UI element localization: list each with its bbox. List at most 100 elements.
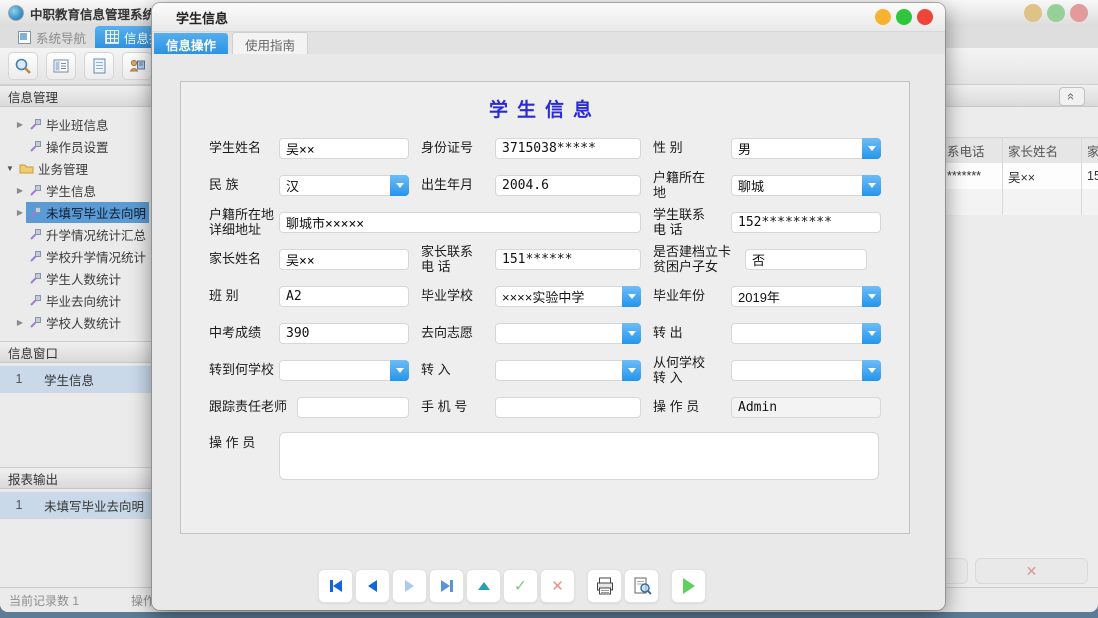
dialog-title: 学生信息 — [176, 8, 228, 27]
graduation-year-select[interactable]: 2019年 — [731, 286, 881, 307]
expand-arrow-icon[interactable]: ▶ — [14, 208, 26, 217]
transfer-out-select[interactable] — [731, 323, 881, 344]
operator-label: 操 作 员 — [653, 400, 731, 415]
dialog-titlebar[interactable]: 学生信息 — [152, 3, 945, 32]
chevron-down-icon[interactable] — [862, 323, 881, 344]
maximize-button[interactable] — [896, 9, 912, 25]
tab-user-guide[interactable]: 使用指南 — [232, 32, 308, 55]
column-header-phone[interactable]: 系电话 — [947, 137, 985, 163]
check-icon: ✓ — [514, 576, 527, 596]
report-list: 1 未填写毕业去向明 — [0, 489, 152, 521]
tree-item-business-manage[interactable]: ▼ 业务管理 — [0, 157, 152, 179]
close-button[interactable] — [1070, 4, 1088, 22]
exam-score-field[interactable] — [279, 323, 409, 344]
transfer-to-school-label: 转到何学校 — [209, 363, 279, 378]
user-report-button[interactable] — [122, 52, 152, 80]
tree-item-school-enrollment-stats[interactable]: 学校升学情况统计 — [0, 245, 152, 267]
tree-item-graduating-class[interactable]: ▶ 毕业班信息 — [0, 113, 152, 135]
confirm-button[interactable]: ✓ — [503, 569, 538, 603]
ethnicity-select[interactable]: 汉 — [279, 175, 409, 196]
chevron-down-icon[interactable] — [390, 360, 409, 381]
address-field[interactable] — [279, 212, 641, 233]
birth-date-field[interactable] — [495, 175, 641, 196]
chevron-down-icon[interactable] — [622, 286, 641, 307]
document-button[interactable] — [84, 52, 114, 80]
tree-item-student-info[interactable]: ▶ 学生信息 — [0, 179, 152, 201]
collapse-arrow-icon[interactable]: ▼ — [4, 164, 16, 173]
dialog-tabbar: 信息操作 使用指南 — [152, 32, 945, 55]
transfer-in-select[interactable] — [495, 360, 641, 381]
expand-arrow-icon[interactable]: ▶ — [14, 318, 26, 327]
list-item-student-info[interactable]: 1 学生信息 — [0, 365, 152, 393]
tree-item-destination-stats[interactable]: 毕业去向统计 — [0, 289, 152, 311]
chevron-down-icon[interactable] — [862, 138, 881, 159]
expand-arrow-icon[interactable]: ▶ — [14, 186, 26, 195]
maximize-button[interactable] — [1047, 4, 1065, 22]
id-number-field[interactable] — [495, 138, 641, 159]
gender-label: 性 别 — [653, 141, 731, 156]
student-name-field[interactable] — [279, 138, 409, 159]
section-report-output[interactable]: 报表输出 — [0, 467, 152, 489]
parent-phone-label: 家长联系 电 话 — [421, 245, 495, 275]
operator-note-textarea[interactable] — [279, 432, 879, 480]
graduation-school-select[interactable]: ××××实验中学 — [495, 286, 641, 307]
next-record-button[interactable] — [392, 569, 427, 603]
first-record-button[interactable] — [318, 569, 353, 603]
chevron-down-icon[interactable] — [862, 286, 881, 307]
tool-icon — [29, 250, 42, 263]
chevron-down-icon[interactable] — [622, 323, 641, 344]
parent-name-field[interactable] — [279, 249, 409, 270]
tracking-teacher-field[interactable] — [297, 397, 409, 418]
tab-info-operation[interactable]: 信息操作 — [154, 33, 228, 55]
transfer-from-school-select[interactable] — [731, 360, 881, 381]
tree-item-unfilled-destination[interactable]: ▶ 未填写毕业去向明 — [0, 201, 152, 223]
section-info-window[interactable]: 信息窗口 — [0, 341, 152, 363]
section-info-manage[interactable]: 信息管理 — [0, 85, 152, 107]
transfer-to-school-select[interactable] — [279, 360, 409, 381]
cancel-button[interactable]: ✕ — [540, 569, 575, 603]
destination-label: 去向志愿 — [421, 326, 495, 341]
run-button[interactable] — [671, 569, 706, 603]
last-record-button[interactable] — [429, 569, 464, 603]
gender-select[interactable]: 男 — [731, 138, 881, 159]
mobile-field[interactable] — [495, 397, 641, 418]
play-icon — [683, 578, 695, 594]
print-button[interactable] — [587, 569, 622, 603]
tree-item-student-count-stats[interactable]: 学生人数统计 — [0, 267, 152, 289]
main-window-title: 中职教育信息管理系统(主 — [30, 4, 172, 23]
background-close-button[interactable]: ✕ — [975, 558, 1088, 584]
chevron-down-icon[interactable] — [862, 175, 881, 196]
search-button[interactable] — [8, 52, 38, 80]
expand-arrow-icon[interactable]: ▶ — [14, 120, 26, 129]
class-field[interactable] — [279, 286, 409, 307]
chevron-down-icon[interactable] — [390, 175, 409, 196]
residence-select[interactable]: 聊城 — [731, 175, 881, 196]
id-number-label: 身份证号 — [421, 141, 495, 156]
tool-icon — [29, 272, 42, 285]
tree-item-school-count-stats[interactable]: ▶ 学校人数统计 — [0, 311, 152, 333]
chevron-down-icon[interactable] — [862, 360, 881, 381]
minimize-button[interactable] — [875, 9, 891, 25]
app-icon — [8, 5, 24, 21]
close-button[interactable] — [917, 9, 933, 25]
chevron-down-icon[interactable] — [622, 360, 641, 381]
column-header-parent-phone[interactable]: 家 — [1087, 137, 1098, 163]
print-preview-button[interactable] — [624, 569, 659, 603]
minimize-button[interactable] — [1024, 4, 1042, 22]
parent-phone-field[interactable] — [495, 249, 641, 270]
previous-record-button[interactable] — [355, 569, 390, 603]
record-count: 当前记录数 1 — [9, 592, 79, 609]
tool-icon — [29, 228, 42, 241]
tree-item-operator-settings[interactable]: 操作员设置 — [0, 135, 152, 157]
destination-select[interactable] — [495, 323, 641, 344]
tab-system-nav[interactable]: 系统导航 — [8, 26, 96, 48]
list-item-unfilled-report[interactable]: 1 未填写毕业去向明 — [0, 491, 152, 519]
list-view-button[interactable] — [46, 52, 76, 80]
print-preview-icon — [632, 577, 652, 595]
tree-item-enrollment-summary[interactable]: 升学情况统计汇总 — [0, 223, 152, 245]
collapse-panel-button[interactable]: « — [1059, 87, 1085, 106]
student-phone-field[interactable] — [731, 212, 881, 233]
column-header-parent-name[interactable]: 家长姓名 — [1008, 137, 1058, 163]
edit-record-button[interactable] — [466, 569, 501, 603]
poverty-status-field[interactable] — [745, 249, 867, 270]
